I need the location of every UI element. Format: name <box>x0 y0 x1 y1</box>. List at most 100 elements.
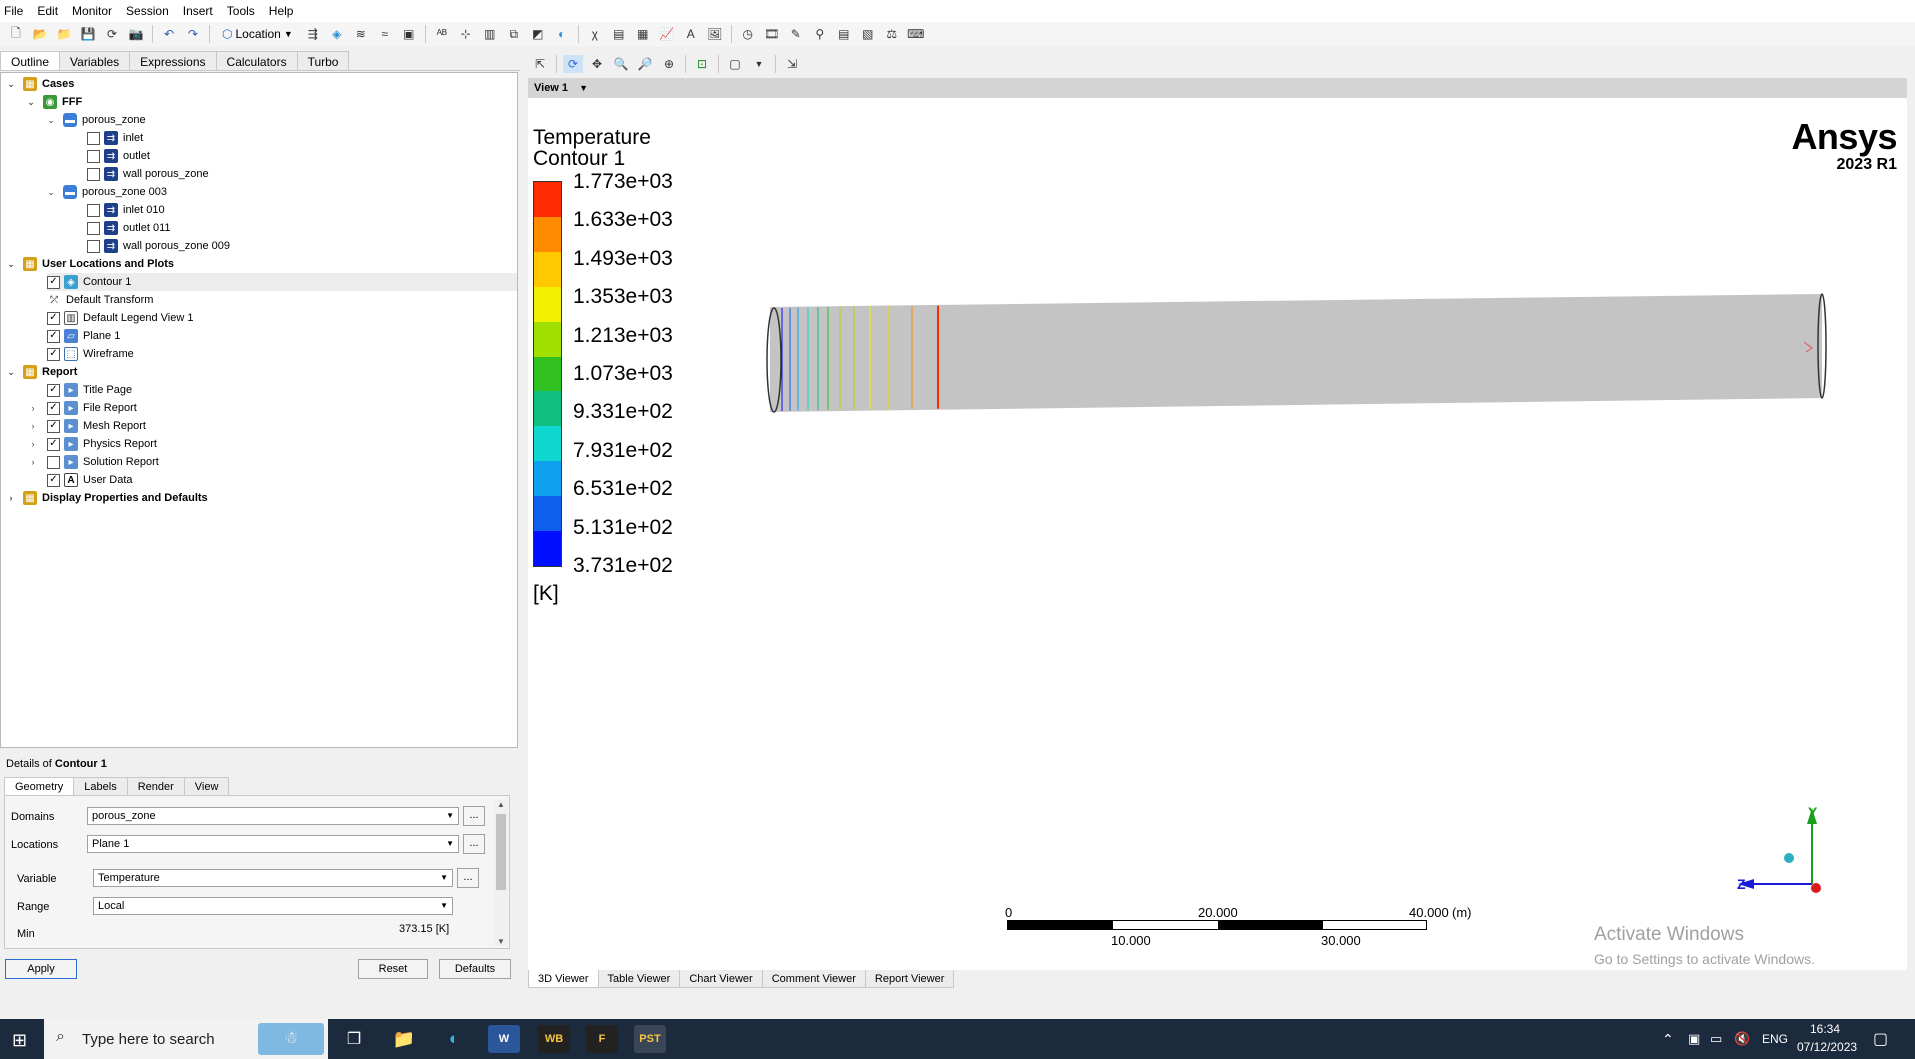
tab-labels[interactable]: Labels <box>73 777 128 796</box>
file-explorer-icon[interactable]: 📁 <box>388 1025 420 1053</box>
chevron-down-icon[interactable]: ⌄ <box>45 187 57 198</box>
tree-item-inlet-010[interactable]: ⇉ inlet 010 <box>87 201 165 219</box>
vector-icon[interactable]: ⇶ <box>303 25 323 43</box>
tab-table-viewer[interactable]: Table Viewer <box>597 970 681 988</box>
load-results-icon[interactable]: 📂 <box>30 25 50 43</box>
tray-meet-icon[interactable]: ▣ <box>1688 1031 1700 1047</box>
tab-variables[interactable]: Variables <box>59 51 131 70</box>
zoom-fit-icon[interactable]: ⊕ <box>659 55 679 73</box>
chevron-down-icon[interactable]: ⌄ <box>5 79 17 90</box>
undo-icon[interactable]: ↶ <box>159 25 179 43</box>
tab-expressions[interactable]: Expressions <box>129 51 217 70</box>
tree-item-porous-zone-003[interactable]: ⌄ ▬ porous_zone 003 <box>45 183 167 201</box>
visibility-checkbox[interactable] <box>87 221 100 235</box>
tab-chart-viewer[interactable]: Chart Viewer <box>679 970 763 988</box>
tree-item-file-report[interactable]: › ✓ ▸ File Report <box>27 399 137 417</box>
expression-icon[interactable]: ▤ <box>609 25 629 43</box>
tree-item-cases[interactable]: ⌄ ▦ Cases <box>5 75 74 93</box>
tree-item-outlet-011[interactable]: ⇉ outlet 011 <box>87 219 171 237</box>
menu-insert[interactable]: Insert <box>179 0 223 22</box>
visibility-checkbox[interactable] <box>87 149 100 163</box>
tree-item-physics-report[interactable]: › ✓ ▸ Physics Report <box>27 435 157 453</box>
volume-render-icon[interactable]: ▣ <box>399 25 419 43</box>
visibility-checkbox-checked[interactable]: ✓ <box>47 329 60 343</box>
tree-item-wireframe[interactable]: ✓ ⬚ Wireframe <box>47 345 134 363</box>
macro-calculator-icon[interactable]: ▧ <box>858 25 878 43</box>
tab-outline[interactable]: Outline <box>0 51 61 70</box>
visibility-checkbox-checked[interactable]: ✓ <box>47 437 60 451</box>
visibility-checkbox[interactable] <box>87 203 100 217</box>
visibility-checkbox-checked[interactable]: ✓ <box>47 311 60 325</box>
workbench-app-icon[interactable]: WB <box>538 1025 570 1053</box>
tree-item-default-legend[interactable]: ✓ ▥ Default Legend View 1 <box>47 309 194 327</box>
menu-file[interactable]: File <box>0 0 33 22</box>
visibility-checkbox[interactable] <box>47 455 60 469</box>
menu-monitor[interactable]: Monitor <box>68 0 122 22</box>
scrollbar-thumb[interactable] <box>496 814 506 890</box>
visibility-checkbox[interactable] <box>87 167 100 181</box>
range-select[interactable]: Local ▼ <box>93 897 453 915</box>
particle-track-icon[interactable]: ≈ <box>375 25 395 43</box>
table-icon[interactable]: ▦ <box>633 25 653 43</box>
taskbar-search[interactable]: ⌕ Type here to search ☃ <box>44 1019 328 1059</box>
tree-item-solution-report[interactable]: › ▸ Solution Report <box>27 453 159 471</box>
tree-item-display-properties[interactable]: › ▦ Display Properties and Defaults <box>5 489 208 507</box>
comment-icon[interactable]: A <box>681 25 701 43</box>
tray-time[interactable]: 16:34 <box>1810 1022 1840 1036</box>
tab-3d-viewer[interactable]: 3D Viewer <box>528 970 599 988</box>
menu-tools[interactable]: Tools <box>223 0 265 22</box>
help-pointer-icon[interactable]: ⇲ <box>782 55 802 73</box>
instance-transform-icon[interactable]: ⧉ <box>504 25 524 43</box>
menu-session[interactable]: Session <box>122 0 179 22</box>
legend-icon[interactable]: ▥ <box>480 25 500 43</box>
visibility-checkbox-checked[interactable]: ✓ <box>47 401 60 415</box>
rotate-icon[interactable]: ⟳ <box>563 55 583 73</box>
chevron-down-icon[interactable]: ⌄ <box>5 259 17 270</box>
defaults-button[interactable]: Defaults <box>439 959 511 979</box>
tree-item-title-page[interactable]: ✓ ▸ Title Page <box>47 381 132 399</box>
scroll-down-icon[interactable]: ▼ <box>494 937 508 946</box>
edge-browser-icon[interactable]: ◐ <box>438 1025 470 1053</box>
animation-icon[interactable]: 🎞 <box>762 25 782 43</box>
tree-item-user-locations[interactable]: ⌄ ▦ User Locations and Plots <box>5 255 174 273</box>
new-case-icon[interactable]: 🗋 <box>6 25 26 43</box>
visibility-checkbox-checked[interactable]: ✓ <box>47 419 60 433</box>
tree-item-plane-1[interactable]: ✓ ▱ Plane 1 <box>47 327 120 345</box>
tree-item-report[interactable]: ⌄ ▦ Report <box>5 363 77 381</box>
tab-view[interactable]: View <box>183 777 230 796</box>
text-icon[interactable]: ᴬᴮ <box>432 25 452 43</box>
tab-report-viewer[interactable]: Report Viewer <box>864 970 955 988</box>
domains-select[interactable]: porous_zone ▼ <box>87 807 459 825</box>
tray-volume-muted-icon[interactable]: 🔇 <box>1734 1031 1750 1047</box>
select-icon[interactable]: ⇱ <box>530 55 550 73</box>
refresh-icon[interactable]: ⟳ <box>102 25 122 43</box>
contour-icon[interactable]: ◈ <box>327 25 347 43</box>
viewport-layout-icon[interactable]: ▢ <box>725 55 745 73</box>
tree-item-user-data[interactable]: ✓ A User Data <box>47 471 133 489</box>
fluent-app-icon[interactable]: F <box>586 1025 618 1053</box>
tab-geometry[interactable]: Geometry <box>4 777 75 796</box>
scroll-up-icon[interactable]: ▲ <box>494 800 508 809</box>
reset-button[interactable]: Reset <box>358 959 428 979</box>
variable-icon[interactable]: χ <box>585 25 605 43</box>
visibility-checkbox[interactable] <box>87 131 100 145</box>
zoom-icon[interactable]: 🔍 <box>611 55 631 73</box>
coordinate-frame-icon[interactable]: ⊹ <box>456 25 476 43</box>
visibility-checkbox-checked[interactable]: ✓ <box>47 383 60 397</box>
tree-item-wall-porous-zone-009[interactable]: ⇉ wall porous_zone 009 <box>87 237 230 255</box>
menu-edit[interactable]: Edit <box>33 0 68 22</box>
chevron-down-icon[interactable]: ⌄ <box>5 367 17 378</box>
visibility-checkbox-checked[interactable]: ✓ <box>47 347 60 361</box>
locations-select[interactable]: Plane 1 ▼ <box>87 835 459 853</box>
function-calculator-icon[interactable]: ▤ <box>834 25 854 43</box>
timestep-icon[interactable]: ◷ <box>738 25 758 43</box>
visibility-checkbox-checked[interactable]: ✓ <box>47 275 60 289</box>
notifications-icon[interactable]: ▢ <box>1873 1029 1888 1049</box>
tab-comment-viewer[interactable]: Comment Viewer <box>761 970 866 988</box>
windows-start-icon[interactable]: ⊞ <box>12 1030 27 1051</box>
probe-icon[interactable]: ⚲ <box>810 25 830 43</box>
visibility-checkbox[interactable] <box>87 239 100 253</box>
clip-plane-icon[interactable]: ◩ <box>528 25 548 43</box>
chevron-right-icon[interactable]: › <box>27 457 39 467</box>
quick-editor-icon[interactable]: ✎ <box>786 25 806 43</box>
